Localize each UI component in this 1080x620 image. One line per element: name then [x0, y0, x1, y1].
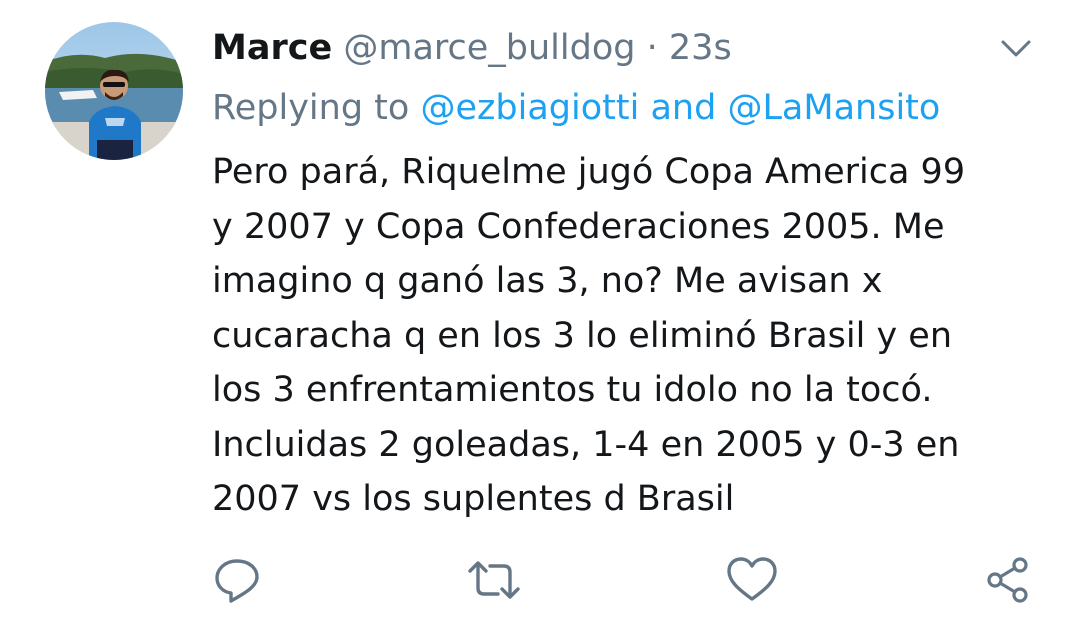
- tweet-header: Marce @marce_bulldog · 23s: [212, 24, 732, 72]
- share-icon[interactable]: [982, 552, 1038, 608]
- reply-icon[interactable]: [210, 552, 266, 608]
- reply-mention-lamansito[interactable]: @LaMansito: [727, 88, 940, 128]
- separator-dot: ·: [646, 28, 658, 68]
- replying-prefix: Replying to: [212, 88, 410, 128]
- tweet-text-line: Pero pará, Riquelme jugó Copa America 99: [212, 152, 966, 192]
- avatar[interactable]: [45, 22, 183, 160]
- tweet[interactable]: Marce @marce_bulldog · 23s Replying to @…: [0, 0, 1080, 620]
- heart-icon[interactable]: [724, 552, 780, 608]
- tweet-text-line: y 2007 y Copa Confederaciones 2005. Me: [212, 206, 945, 247]
- reply-conjunction: and: [650, 88, 717, 128]
- tweet-text: Pero pará, Riquelme jugó Copa America 99…: [212, 145, 1042, 527]
- avatar-photo: [45, 22, 183, 160]
- tweet-text-line: imagino q ganó las 3, no? Me avisan x: [212, 261, 883, 301]
- user-handle[interactable]: @marce_bulldog: [343, 28, 635, 68]
- tweet-text-line: 2007 vs los suplentes d Brasil: [212, 479, 735, 519]
- tweet-text-line: cucaracha q en los 3 lo eliminó Brasil y…: [212, 315, 953, 356]
- timestamp[interactable]: 23s: [669, 28, 732, 68]
- reply-mention-ezbiagiotti[interactable]: @ezbiagiotti: [420, 88, 639, 128]
- tweet-text-line: Incluidas 2 goleadas, 1-4 en 2005 y 0-3 …: [212, 424, 960, 465]
- user-name[interactable]: Marce: [212, 28, 332, 68]
- retweet-icon[interactable]: [466, 552, 522, 608]
- action-bar: [0, 550, 1080, 610]
- tweet-text-line: los 3 enfrentamientos tu idolo no la toc…: [212, 370, 933, 410]
- chevron-down-icon[interactable]: [994, 30, 1038, 66]
- replying-to: Replying to @ezbiagiotti and @LaMansito: [212, 84, 940, 132]
